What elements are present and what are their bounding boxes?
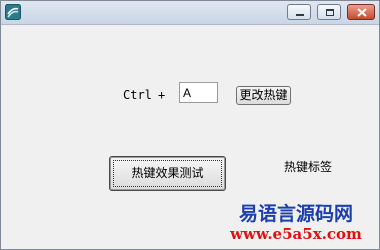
minimize-button[interactable] xyxy=(287,4,311,20)
change-hotkey-button[interactable]: 更改热键 xyxy=(236,86,291,105)
watermark-url: www.e5a5x.com xyxy=(230,225,362,243)
title-bar[interactable] xyxy=(1,1,379,25)
watermark: 易语言源码网 www.e5a5x.com xyxy=(216,203,376,243)
close-button[interactable] xyxy=(347,4,375,20)
minimize-icon xyxy=(296,14,304,16)
hotkey-status-label: 热键标签 xyxy=(284,160,333,174)
hotkey-test-button-label: 热键效果测试 xyxy=(131,166,204,180)
hotkey-test-button[interactable]: 热键效果测试 xyxy=(109,156,226,191)
maximize-icon xyxy=(326,9,334,16)
maximize-button[interactable] xyxy=(317,4,341,20)
hotkey-key-input[interactable]: A xyxy=(179,82,218,103)
plus-label: + xyxy=(158,88,166,102)
watermark-site-name: 易语言源码网 xyxy=(238,203,353,225)
modifier-label: Ctrl xyxy=(123,88,152,102)
close-icon xyxy=(357,8,367,17)
app-icon[interactable] xyxy=(5,4,21,20)
